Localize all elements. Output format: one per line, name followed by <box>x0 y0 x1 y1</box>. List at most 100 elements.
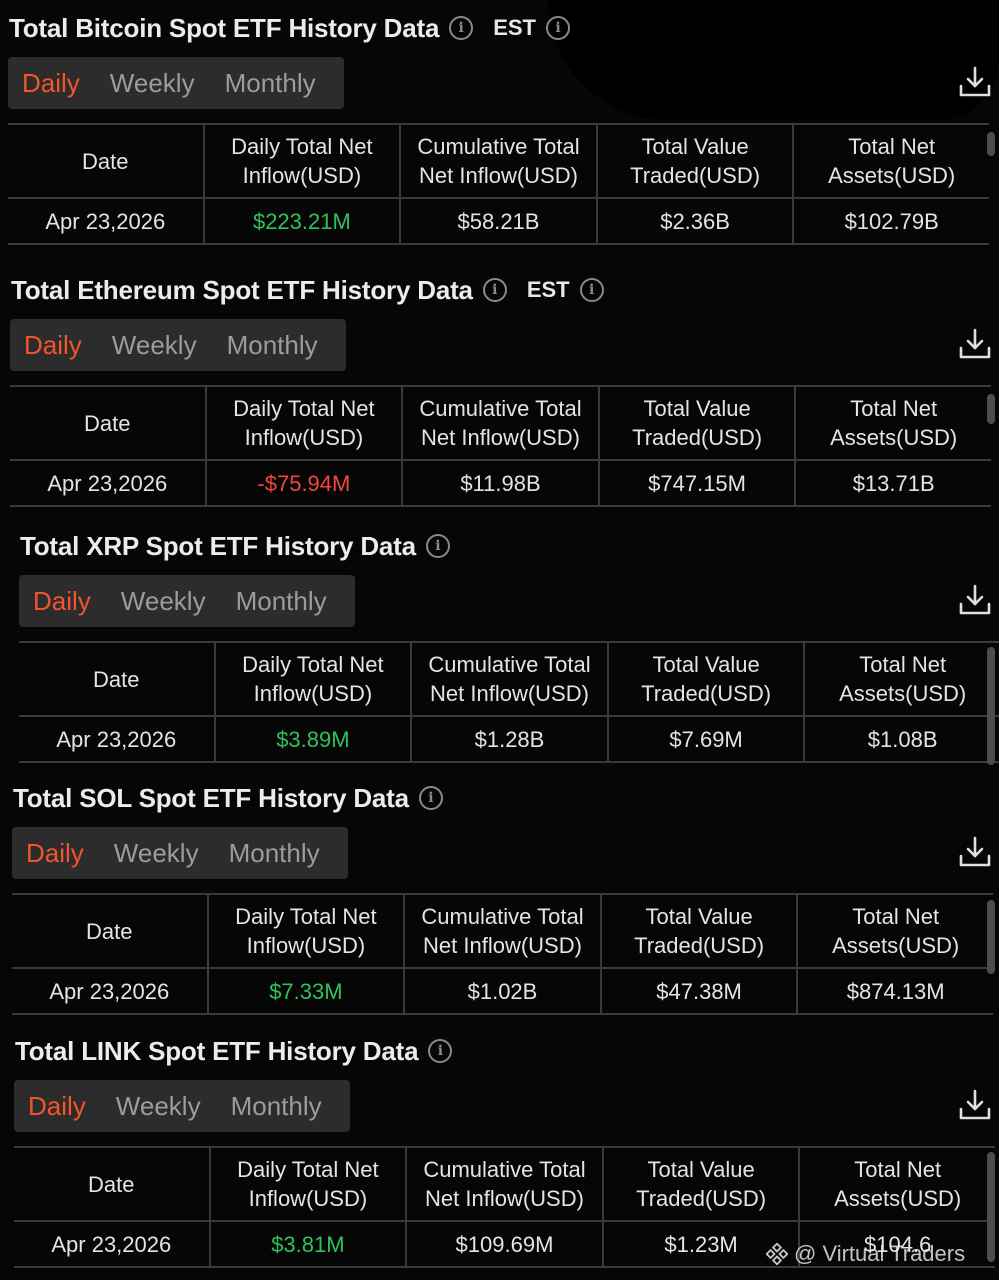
etf-history-table: Date Daily Total Net Inflow(USD) Cumulativ… <box>10 385 991 507</box>
table-row[interactable]: Apr 23,2026 $223.21M $58.21B $2.36B $102.79B <box>8 199 989 245</box>
section-title: Total SOL Spot ETF History Data <box>13 782 409 813</box>
tab-weekly[interactable]: Weekly <box>121 586 206 617</box>
tab-weekly[interactable]: Weekly <box>110 68 195 99</box>
table-cell: $223.21M <box>205 199 402 243</box>
section-header: Total Ethereum Spot ETF History Data i EST… <box>11 272 604 308</box>
table-cell: Apr 23,2026 <box>12 969 209 1013</box>
column-header: Daily Total Net Inflow(USD) <box>205 125 402 197</box>
table-cell: $3.89M <box>216 717 413 761</box>
etf-section-link: Total LINK Spot ETF History Data i Daily We… <box>0 1023 999 1277</box>
table-cell: $109.69M <box>407 1222 604 1266</box>
tab-monthly[interactable]: Monthly <box>227 330 318 361</box>
column-header: Total Net Assets(USD) <box>832 904 960 958</box>
info-circle-icon[interactable]: i <box>579 278 604 302</box>
column-header: Daily Total Net Inflow(USD) <box>207 387 404 459</box>
table-row[interactable]: Apr 23,2026 -$75.94M $11.98B $747.15M $13.71… <box>10 461 991 507</box>
etf-section-sol: Total SOL Spot ETF History Data i Daily Wee… <box>0 770 999 1024</box>
info-circle-icon[interactable]: i <box>425 534 450 558</box>
column-header: Date <box>12 895 209 967</box>
info-circle-icon[interactable]: i <box>482 278 507 302</box>
timezone-label: EST <box>493 15 536 40</box>
column-header: Total Net Assets(USD) <box>834 1157 962 1211</box>
download-icon[interactable] <box>957 64 993 100</box>
tab-daily[interactable]: Daily <box>28 1091 86 1122</box>
table-row[interactable]: Apr 23,2026 $7.33M $1.02B $47.38M $874.13M <box>12 969 993 1015</box>
table-cell: $2.36B <box>598 199 795 243</box>
table-cell: $3.81M <box>211 1222 408 1266</box>
column-header: Cumulative Total Net Inflow(USD) <box>407 1148 604 1220</box>
column-header: Cumulative Total Net Inflow(USD) <box>405 895 602 967</box>
tab-daily[interactable]: Daily <box>24 330 82 361</box>
download-icon[interactable] <box>957 834 993 870</box>
table-cell: $47.38M <box>602 969 799 1013</box>
table-cell: $102.79B <box>844 208 939 234</box>
section-header: Total LINK Spot ETF History Data i <box>15 1033 453 1069</box>
info-circle-icon[interactable]: i <box>546 16 570 40</box>
column-header: Date <box>14 1148 211 1220</box>
table-scrollbar[interactable] <box>987 900 995 974</box>
column-header: Date <box>19 643 216 715</box>
table-cell: $7.69M <box>609 717 806 761</box>
table-cell: $747.15M <box>600 461 797 505</box>
tab-monthly[interactable]: Monthly <box>225 68 316 99</box>
column-header: Daily Total Net Inflow(USD) <box>209 895 406 967</box>
info-circle-icon[interactable]: i <box>428 1039 453 1063</box>
column-header: Daily Total Net Inflow(USD) <box>211 1148 408 1220</box>
tab-weekly[interactable]: Weekly <box>116 1091 201 1122</box>
table-cell: $13.71B <box>852 470 935 496</box>
tab-daily[interactable]: Daily <box>22 68 80 99</box>
table-header-row: Date Daily Total Net Inflow(USD) Cumulativ… <box>10 387 991 461</box>
tab-monthly[interactable]: Monthly <box>236 586 327 617</box>
binance-logo-icon <box>766 1243 788 1265</box>
tab-monthly[interactable]: Monthly <box>231 1091 322 1122</box>
table-header-row: Date Daily Total Net Inflow(USD) Cumulativ… <box>12 895 993 969</box>
table-cell: $1.02B <box>405 969 602 1013</box>
period-tabs: Daily Weekly Monthly <box>14 1080 350 1132</box>
table-cell: $58.21B <box>401 199 598 243</box>
tab-daily[interactable]: Daily <box>26 838 84 869</box>
column-header: Total Value Traded(USD) <box>602 895 799 967</box>
period-tabs: Daily Weekly Monthly <box>10 319 346 371</box>
table-scrollbar[interactable] <box>987 132 995 156</box>
table-cell: -$75.94M <box>207 461 404 505</box>
info-circle-icon[interactable]: i <box>418 786 443 810</box>
period-tabs: Daily Weekly Monthly <box>19 575 355 627</box>
table-cell: $7.33M <box>209 969 406 1013</box>
table-cell: $11.98B <box>403 461 600 505</box>
column-header: Total Net Assets(USD) <box>839 652 967 706</box>
table-scrollbar[interactable] <box>987 394 995 424</box>
column-header: Total Value Traded(USD) <box>600 387 797 459</box>
tab-weekly[interactable]: Weekly <box>114 838 199 869</box>
column-header: Cumulative Total Net Inflow(USD) <box>401 125 598 197</box>
table-header-row: Date Daily Total Net Inflow(USD) Cumulativ… <box>19 643 999 717</box>
etf-section-xrp: Total XRP Spot ETF History Data i Daily Wee… <box>0 518 999 772</box>
table-cell: $1.28B <box>412 717 609 761</box>
table-scrollbar[interactable] <box>987 647 995 765</box>
table-row[interactable]: Apr 23,2026 $3.89M $1.28B $7.69M $1.08B <box>19 717 999 763</box>
column-header: Total Value Traded(USD) <box>598 125 795 197</box>
etf-section-bitcoin: Total Bitcoin Spot ETF History Data i EST i… <box>0 0 999 254</box>
section-title: Total XRP Spot ETF History Data <box>20 530 416 561</box>
etf-section-ethereum: Total Ethereum Spot ETF History Data i EST… <box>0 262 999 516</box>
column-header: Total Net Assets(USD) <box>830 396 958 450</box>
etf-history-table: Date Daily Total Net Inflow(USD) Cumulativ… <box>12 893 993 1015</box>
tab-weekly[interactable]: Weekly <box>112 330 197 361</box>
etf-history-table: Date Daily Total Net Inflow(USD) Cumulativ… <box>19 641 999 763</box>
section-header: Total XRP Spot ETF History Data i <box>20 528 450 564</box>
table-scrollbar[interactable] <box>987 1152 995 1262</box>
column-header: Cumulative Total Net Inflow(USD) <box>403 387 600 459</box>
section-title: Total Bitcoin Spot ETF History Data <box>9 12 440 43</box>
table-cell: Apr 23,2026 <box>19 717 216 761</box>
column-header: Date <box>10 387 207 459</box>
download-icon[interactable] <box>957 326 993 362</box>
download-icon[interactable] <box>957 582 993 618</box>
tab-daily[interactable]: Daily <box>33 586 91 617</box>
period-tabs: Daily Weekly Monthly <box>8 57 344 109</box>
section-title: Total LINK Spot ETF History Data <box>15 1035 419 1066</box>
download-icon[interactable] <box>957 1087 993 1123</box>
info-circle-icon[interactable]: i <box>449 16 474 40</box>
table-header-row: Date Daily Total Net Inflow(USD) Cumulativ… <box>8 125 989 199</box>
table-cell: $1.08B <box>867 726 938 752</box>
tab-monthly[interactable]: Monthly <box>229 838 320 869</box>
table-cell: Apr 23,2026 <box>8 199 205 243</box>
